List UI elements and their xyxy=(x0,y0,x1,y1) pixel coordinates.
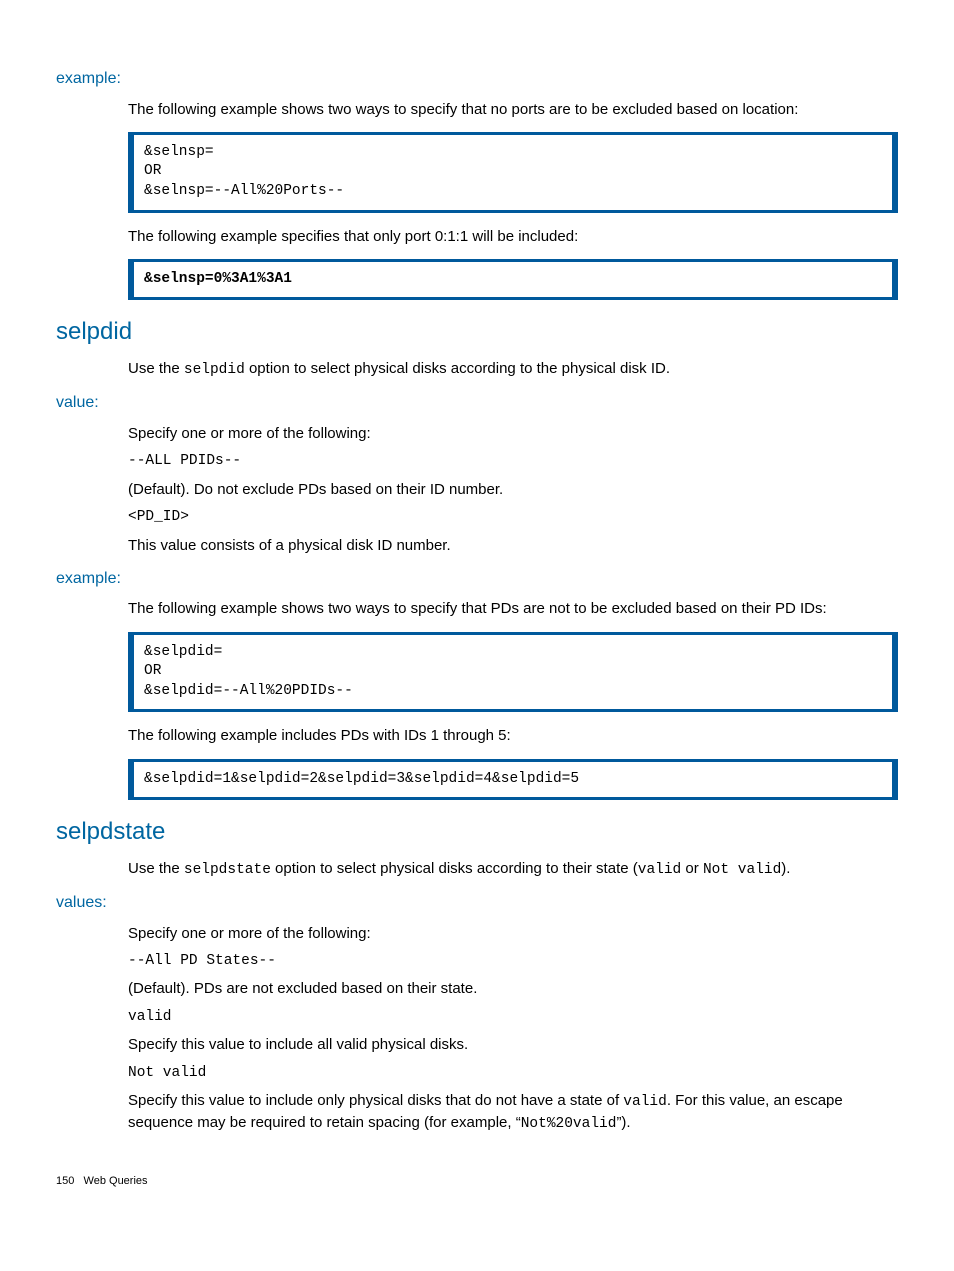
heading-example-2: example: xyxy=(56,568,898,590)
page-number: 150 xyxy=(56,1175,74,1187)
text-post: ”). xyxy=(616,1114,630,1131)
code-block: &selpdid=1&selpdid=2&selpdid=3&selpdid=4… xyxy=(128,759,898,801)
page-footer: 150 Web Queries xyxy=(56,1174,898,1189)
text-post: ). xyxy=(781,860,790,877)
mono-text: --ALL PDIDs-- xyxy=(128,452,898,472)
text-mono: valid xyxy=(623,1094,667,1110)
heading-example-1: example: xyxy=(56,68,898,90)
heading-value: value: xyxy=(56,392,898,414)
paragraph: (Default). Do not exclude PDs based on t… xyxy=(128,480,898,500)
paragraph: The following example shows two ways to … xyxy=(128,599,898,619)
text-mono: selpdid xyxy=(184,362,245,378)
text-mono: valid xyxy=(638,862,682,878)
paragraph: Use the selpdid option to select physica… xyxy=(128,359,898,381)
paragraph: The following example includes PDs with … xyxy=(128,726,898,746)
code-block: &selnsp=0%3A1%3A1 xyxy=(128,259,898,301)
paragraph: Specify this value to include only physi… xyxy=(128,1091,898,1134)
text-mono: Not%20valid xyxy=(521,1116,617,1132)
paragraph: The following example shows two ways to … xyxy=(128,100,898,120)
mono-text: <PD_ID> xyxy=(128,508,898,528)
paragraph: (Default). PDs are not excluded based on… xyxy=(128,979,898,999)
code-block: &selpdid= OR &selpdid=--All%20PDIDs-- xyxy=(128,632,898,713)
text-mid: option to select physical disks accordin… xyxy=(271,860,638,877)
code-block: &selnsp= OR &selnsp=--All%20Ports-- xyxy=(128,132,898,213)
paragraph: The following example specifies that onl… xyxy=(128,227,898,247)
paragraph: Specify this value to include all valid … xyxy=(128,1035,898,1055)
text-mono: Not valid xyxy=(703,862,781,878)
text-pre: Use the xyxy=(128,860,184,877)
text-pre: Specify this value to include only physi… xyxy=(128,1092,623,1109)
text-mid2: or xyxy=(681,860,703,877)
mono-text: valid xyxy=(128,1008,898,1028)
paragraph: Specify one or more of the following: xyxy=(128,424,898,444)
heading-values: values: xyxy=(56,892,898,914)
heading-selpdstate: selpdstate xyxy=(56,816,898,848)
footer-label: Web Queries xyxy=(84,1175,148,1187)
mono-text: --All PD States-- xyxy=(128,952,898,972)
paragraph: Use the selpdstate option to select phys… xyxy=(128,859,898,881)
mono-text: Not valid xyxy=(128,1064,898,1084)
text-post: option to select physical disks accordin… xyxy=(245,360,670,377)
paragraph: Specify one or more of the following: xyxy=(128,924,898,944)
text-pre: Use the xyxy=(128,360,184,377)
paragraph: This value consists of a physical disk I… xyxy=(128,536,898,556)
text-mono: selpdstate xyxy=(184,862,271,878)
heading-selpdid: selpdid xyxy=(56,316,898,348)
